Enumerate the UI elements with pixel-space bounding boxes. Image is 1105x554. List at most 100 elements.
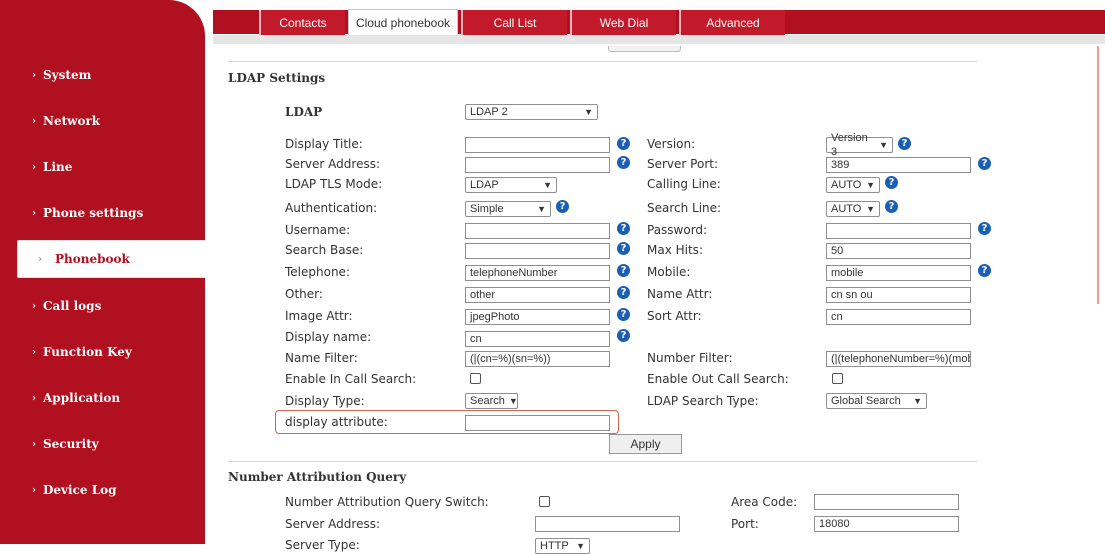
help-icon[interactable]: ? — [898, 137, 911, 150]
help-icon[interactable]: ? — [885, 200, 898, 213]
sidebar-item-phonebook[interactable]: › Phonebook — [17, 240, 205, 278]
name-attr-label: Name Attr: — [647, 287, 713, 301]
sort-attr-label: Sort Attr: — [647, 309, 702, 323]
area-code-label: Area Code: — [731, 495, 798, 509]
ldap-select[interactable]: LDAP 2 ▼ — [465, 104, 598, 120]
help-icon[interactable]: ? — [978, 264, 991, 277]
naq-server-address-label: Server Address: — [285, 517, 380, 531]
sidebar-item-label: Call logs — [43, 299, 102, 313]
sidebar-item-line[interactable]: › Line — [0, 147, 205, 187]
help-icon[interactable]: ? — [617, 156, 630, 169]
apply-button[interactable]: Apply — [609, 434, 682, 454]
scroll-indicator — [1097, 46, 1099, 304]
image-attr-input[interactable]: jpegPhoto — [465, 309, 610, 325]
ldap-search-type-select[interactable]: Global Search ▼ — [826, 393, 927, 409]
server-address-label: Server Address: — [285, 157, 380, 171]
tab-advanced[interactable]: Advanced — [679, 10, 785, 35]
sidebar-item-call-logs[interactable]: › Call logs — [0, 286, 205, 326]
sidebar-item-security[interactable]: › Security — [0, 424, 205, 464]
naq-switch-checkbox[interactable] — [539, 496, 550, 507]
server-address-input[interactable] — [465, 157, 610, 173]
sidebar-item-system[interactable]: › System — [0, 55, 205, 95]
help-icon[interactable]: ? — [617, 264, 630, 277]
password-label: Password: — [647, 223, 708, 237]
tls-mode-select[interactable]: LDAP ▼ — [465, 177, 557, 193]
username-input[interactable] — [465, 223, 610, 239]
tls-mode-label: LDAP TLS Mode: — [285, 177, 383, 191]
ldap-search-type-label: LDAP Search Type: — [647, 394, 759, 408]
server-type-label: Server Type: — [285, 538, 360, 552]
search-base-input[interactable] — [465, 243, 610, 259]
chevron-right-icon: › — [32, 484, 36, 496]
search-line-select-value: AUTO — [831, 203, 862, 215]
chevron-right-icon: › — [32, 161, 36, 173]
naq-port-input[interactable]: 18080 — [814, 516, 959, 532]
name-filter-label: Name Filter: — [285, 351, 358, 365]
display-name-label: Display name: — [285, 330, 372, 344]
sidebar-item-function-key[interactable]: › Function Key — [0, 332, 205, 372]
help-icon[interactable]: ? — [885, 176, 898, 189]
in-call-search-checkbox[interactable] — [470, 373, 481, 384]
naq-server-address-input[interactable] — [535, 516, 680, 532]
help-icon[interactable]: ? — [617, 222, 630, 235]
sidebar-item-application[interactable]: › Application — [0, 378, 205, 418]
tab-web-dial[interactable]: Web Dial — [570, 10, 676, 35]
number-filter-input[interactable]: (|(telephoneNumber=%)(mob — [826, 351, 971, 367]
chevron-down-icon: ▼ — [584, 107, 593, 117]
chevron-right-icon: › — [32, 392, 36, 404]
naq-switch-label: Number Attribution Query Switch: — [285, 495, 489, 509]
sidebar: › System › Network › Line › Phone settings ›… — [0, 0, 205, 544]
out-call-search-checkbox[interactable] — [832, 373, 843, 384]
authentication-select[interactable]: Simple ▼ — [465, 201, 551, 217]
tab-cloud-phonebook[interactable]: Cloud phonebook — [348, 9, 458, 36]
chevron-right-icon: › — [32, 69, 36, 81]
chevron-down-icon: ▼ — [866, 204, 875, 214]
area-code-input[interactable] — [814, 494, 959, 510]
chevron-right-icon: › — [32, 300, 36, 312]
help-icon[interactable]: ? — [556, 200, 569, 213]
display-attribute-input[interactable] — [465, 415, 610, 431]
help-icon[interactable]: ? — [617, 308, 630, 321]
chevron-down-icon: ▼ — [866, 180, 875, 190]
image-attr-label: Image Attr: — [285, 309, 353, 323]
display-title-input[interactable] — [465, 137, 610, 153]
tab-contacts[interactable]: Contacts — [259, 10, 345, 35]
help-icon[interactable]: ? — [978, 222, 991, 235]
chevron-down-icon: ▼ — [543, 180, 552, 190]
mobile-input[interactable]: mobile — [826, 265, 971, 281]
display-type-select-value: Search — [470, 395, 505, 407]
version-select-value: Version 3 — [831, 132, 868, 158]
display-type-select[interactable]: Search ▼ — [465, 393, 518, 409]
version-select[interactable]: Version 3 ▼ — [826, 132, 893, 158]
help-icon[interactable]: ? — [978, 157, 991, 170]
help-icon[interactable]: ? — [617, 286, 630, 299]
tls-mode-select-value: LDAP — [470, 179, 499, 191]
sidebar-item-device-log[interactable]: › Device Log — [0, 470, 205, 510]
sidebar-item-phone-settings[interactable]: › Phone settings — [0, 193, 205, 233]
section-title-number-attribution: Number Attribution Query — [228, 470, 407, 484]
help-icon[interactable]: ? — [617, 137, 630, 150]
server-port-input[interactable]: 389 — [826, 157, 971, 173]
telephone-input[interactable]: telephoneNumber — [465, 265, 610, 281]
in-call-search-label: Enable In Call Search: — [285, 372, 417, 386]
help-icon[interactable]: ? — [617, 242, 630, 255]
help-icon[interactable]: ? — [617, 329, 630, 342]
other-input[interactable]: other — [465, 287, 610, 303]
display-type-label: Display Type: — [285, 394, 365, 408]
chevron-down-icon: ▼ — [537, 204, 546, 214]
calling-line-select-value: AUTO — [831, 179, 862, 191]
password-input[interactable] — [826, 223, 971, 239]
max-hits-input[interactable]: 50 — [826, 243, 971, 259]
name-attr-input[interactable]: cn sn ou — [826, 287, 971, 303]
calling-line-select[interactable]: AUTO ▼ — [826, 177, 880, 193]
sidebar-item-network[interactable]: › Network — [0, 101, 205, 141]
server-type-select[interactable]: HTTP ▼ — [535, 538, 590, 554]
server-port-label: Server Port: — [647, 157, 718, 171]
sort-attr-input[interactable]: cn — [826, 309, 971, 325]
search-line-select[interactable]: AUTO ▼ — [826, 201, 880, 217]
naq-port-label: Port: — [731, 517, 759, 531]
tab-call-list[interactable]: Call List — [461, 10, 567, 35]
display-name-input[interactable]: cn — [465, 331, 610, 347]
name-filter-input[interactable]: (|(cn=%)(sn=%)) — [465, 351, 610, 367]
mobile-label: Mobile: — [647, 265, 691, 279]
